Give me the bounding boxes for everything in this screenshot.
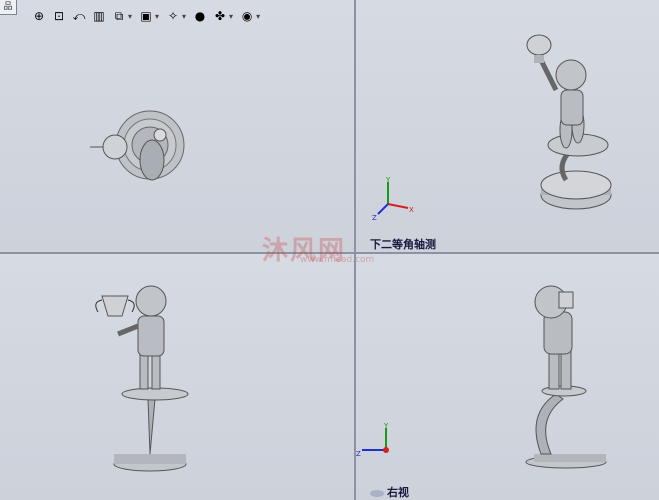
- scene-icon: ✤: [215, 9, 226, 23]
- view-label-bottom-right: 右视: [370, 484, 409, 500]
- previous-view-button[interactable]: ⤺: [70, 7, 88, 25]
- right-view-model: [525, 285, 607, 469]
- front-view-model: [95, 285, 189, 472]
- svg-text:X: X: [409, 206, 414, 214]
- triad-axes: Y Z: [356, 422, 396, 458]
- appearance-button[interactable]: ●: [191, 7, 209, 25]
- section-view-icon: ▥: [93, 9, 105, 23]
- svg-text:Z: Z: [372, 214, 377, 222]
- svg-text:Z: Z: [356, 450, 361, 458]
- watermark-url: www.mfcad.com: [300, 255, 375, 265]
- view-orientation-icon: ⧉: [114, 8, 124, 23]
- display-style-button[interactable]: ▣: [137, 7, 155, 25]
- chevron-down-icon[interactable]: ▾: [229, 12, 233, 21]
- top-view-model: [90, 110, 185, 181]
- hide-show-icon: ✧: [168, 9, 179, 23]
- view-toolbar: ⊕ ⊡ ⤺ ▥ ⧉ ▾ ▣ ▾ ✧ ▾ ● ✤ ▾ ◉ ▾: [30, 6, 263, 26]
- view-label-top-right: 下二等角轴测: [370, 238, 436, 251]
- display-style-icon: ▣: [140, 9, 152, 23]
- zoom-fit-button[interactable]: ⊕: [30, 7, 48, 25]
- viewport-bottom-left[interactable]: [0, 254, 354, 500]
- zoom-area-button[interactable]: ⊡: [50, 7, 68, 25]
- section-view-button[interactable]: ▥: [90, 7, 108, 25]
- view-settings-button[interactable]: ◉: [238, 7, 256, 25]
- chevron-down-icon[interactable]: ▾: [155, 12, 159, 21]
- viewport-bottom-right[interactable]: Y Z 右视: [356, 254, 659, 500]
- hide-show-button[interactable]: ✧: [164, 7, 182, 25]
- svg-text:Y: Y: [385, 176, 391, 184]
- scene-button[interactable]: ✤: [211, 7, 229, 25]
- svg-text:Y: Y: [383, 422, 389, 430]
- corner-tab[interactable]: 品: [0, 0, 17, 15]
- viewport-splitter-vertical[interactable]: [354, 0, 356, 500]
- viewport-top-right[interactable]: Y X Z 下二等角轴测: [356, 0, 659, 252]
- chevron-down-icon[interactable]: ▾: [256, 12, 260, 21]
- viewport-top-left[interactable]: 品 ⊕ ⊡ ⤺ ▥ ⧉ ▾ ▣ ▾ ✧ ▾ ● ✤ ▾ ◉ ▾: [0, 0, 354, 252]
- triad-axes: Y X Z: [366, 176, 416, 224]
- zoom-fit-icon: ⊕: [33, 9, 45, 23]
- chevron-down-icon[interactable]: ▾: [128, 12, 132, 21]
- appearance-icon: ●: [194, 9, 206, 23]
- view-label-icon: [370, 489, 384, 497]
- view-settings-icon: ◉: [241, 9, 253, 23]
- zoom-area-icon: ⊡: [53, 9, 65, 23]
- chevron-down-icon[interactable]: ▾: [182, 12, 186, 21]
- previous-view-icon: ⤺: [72, 8, 86, 23]
- view-orientation-button[interactable]: ⧉: [110, 7, 128, 25]
